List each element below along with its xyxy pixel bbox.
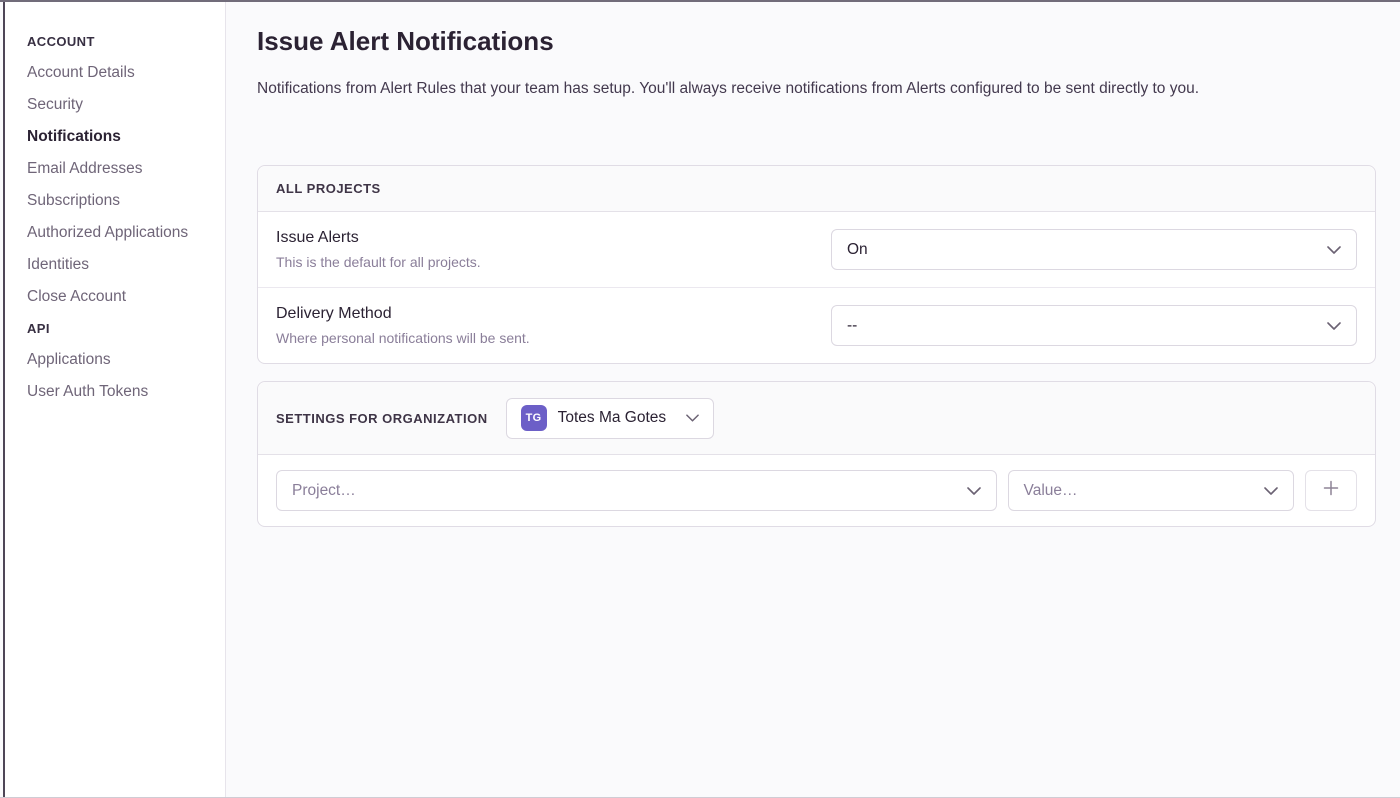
chevron-down-icon: [1327, 246, 1341, 254]
delivery-method-label: Delivery Method: [276, 305, 530, 323]
sidebar-item-account-details[interactable]: Account Details: [27, 63, 215, 82]
issue-alerts-help: This is the default for all projects.: [276, 254, 481, 270]
sidebar-item-close-account[interactable]: Close Account: [27, 287, 215, 306]
sidebar-item-notifications[interactable]: Notifications: [27, 127, 215, 146]
sidebar-item-subscriptions[interactable]: Subscriptions: [27, 191, 215, 210]
chevron-down-icon: [967, 487, 981, 495]
sidebar-section-api: API Applications User Auth Tokens: [27, 321, 215, 401]
all-projects-panel-title: ALL PROJECTS: [276, 181, 381, 196]
all-projects-panel-header: ALL PROJECTS: [258, 166, 1375, 212]
organization-name: Totes Ma Gotes: [558, 409, 667, 427]
project-select-placeholder: Project…: [292, 482, 356, 500]
chevron-down-icon: [686, 414, 699, 422]
delivery-method-row: Delivery Method Where personal notificat…: [258, 287, 1375, 363]
page-title: Issue Alert Notifications: [257, 25, 1376, 57]
fine-tuning-row: Project… Value…: [258, 455, 1375, 526]
sidebar-header-account: ACCOUNT: [27, 34, 215, 49]
value-select-placeholder: Value…: [1024, 482, 1078, 500]
all-projects-panel: ALL PROJECTS Issue Alerts This is the de…: [257, 165, 1376, 364]
issue-alerts-select[interactable]: On: [831, 229, 1357, 270]
organization-select[interactable]: TG Totes Ma Gotes: [506, 398, 715, 439]
sidebar-item-email-addresses[interactable]: Email Addresses: [27, 159, 215, 178]
sidebar-item-applications[interactable]: Applications: [27, 350, 215, 369]
issue-alerts-label-group: Issue Alerts This is the default for all…: [276, 229, 481, 270]
issue-alerts-label: Issue Alerts: [276, 229, 481, 247]
organization-panel-title: SETTINGS FOR ORGANIZATION: [276, 411, 488, 426]
organization-panel-header: SETTINGS FOR ORGANIZATION TG Totes Ma Go…: [258, 382, 1375, 455]
sidebar-item-user-auth-tokens[interactable]: User Auth Tokens: [27, 382, 215, 401]
value-select[interactable]: Value…: [1008, 470, 1295, 511]
issue-alerts-selected-value: On: [847, 241, 868, 259]
sidebar-item-security[interactable]: Security: [27, 95, 215, 114]
delivery-method-label-group: Delivery Method Where personal notificat…: [276, 305, 530, 346]
delivery-method-selected-value: --: [847, 317, 857, 335]
project-select[interactable]: Project…: [276, 470, 997, 511]
delivery-method-select[interactable]: --: [831, 305, 1357, 346]
delivery-method-help: Where personal notifications will be sen…: [276, 330, 530, 346]
sidebar-section-account: ACCOUNT Account Details Security Notific…: [27, 34, 215, 306]
plus-icon: [1322, 479, 1340, 502]
sidebar-item-identities[interactable]: Identities: [27, 255, 215, 274]
add-rule-button[interactable]: [1305, 470, 1357, 511]
organization-avatar: TG: [521, 405, 547, 431]
organization-settings-panel: SETTINGS FOR ORGANIZATION TG Totes Ma Go…: [257, 381, 1376, 527]
page-description: Notifications from Alert Rules that your…: [257, 78, 1376, 99]
sidebar-item-authorized-applications[interactable]: Authorized Applications: [27, 223, 215, 242]
settings-sidebar: ACCOUNT Account Details Security Notific…: [5, 2, 226, 797]
main-content: Issue Alert Notifications Notifications …: [227, 2, 1399, 797]
chevron-down-icon: [1264, 487, 1278, 495]
chevron-down-icon: [1327, 322, 1341, 330]
sidebar-header-api: API: [27, 321, 215, 336]
issue-alerts-row: Issue Alerts This is the default for all…: [258, 212, 1375, 287]
